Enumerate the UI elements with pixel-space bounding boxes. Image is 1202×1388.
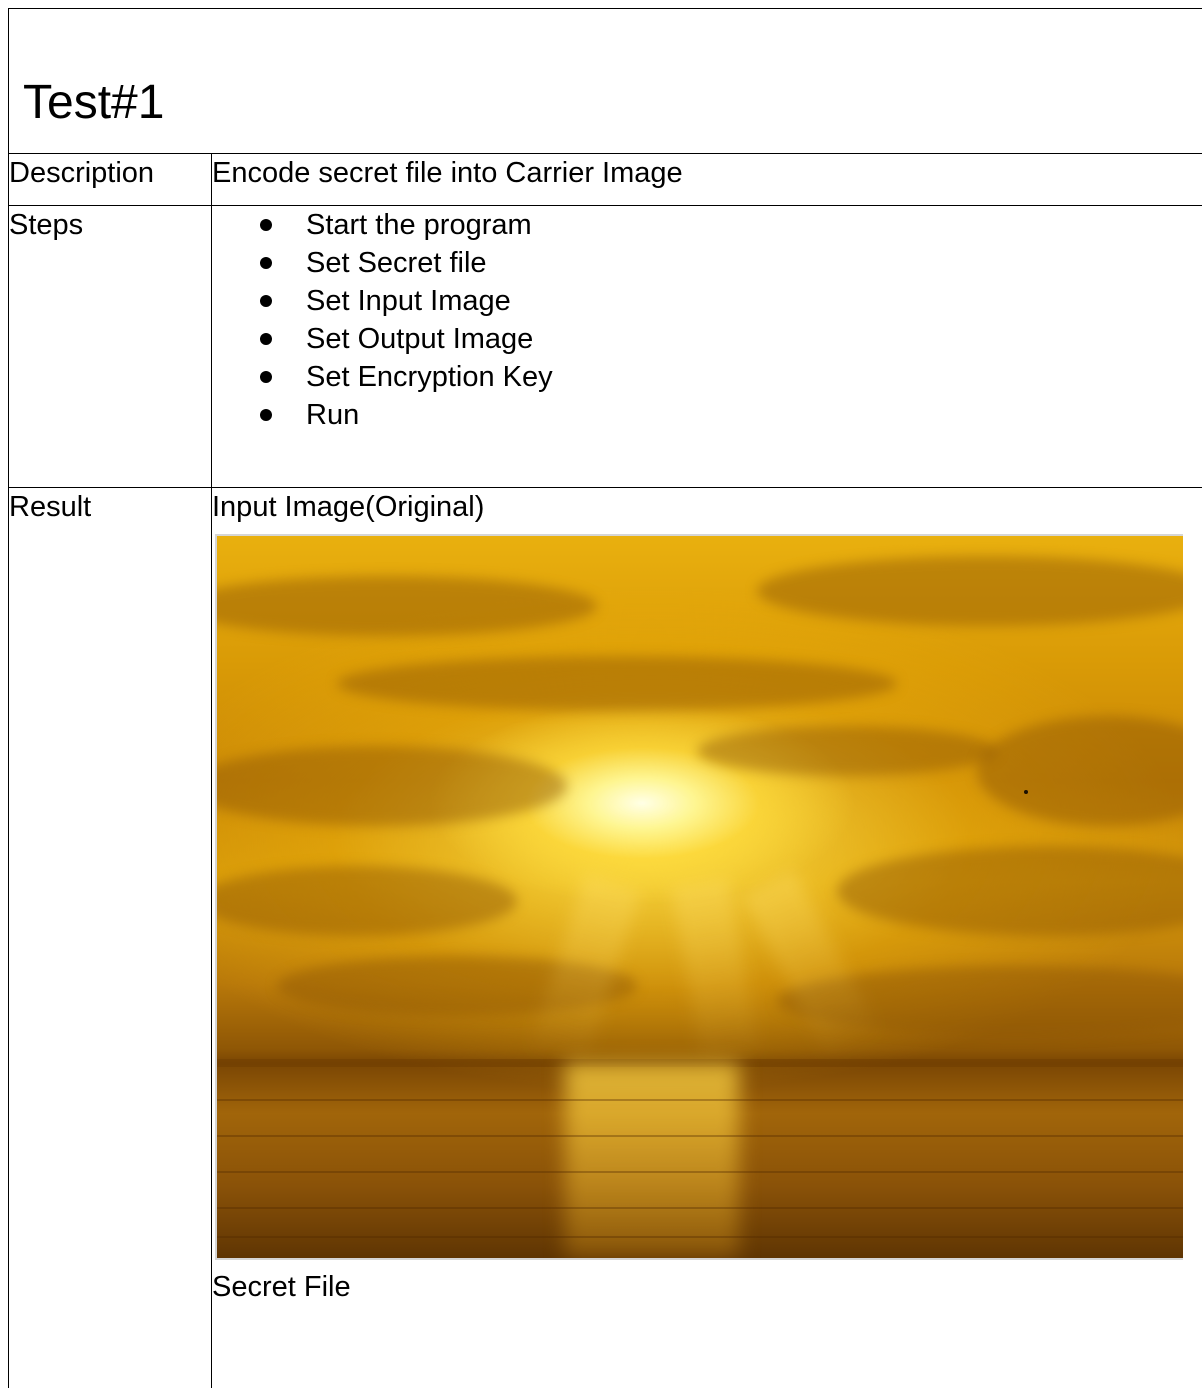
cloud-shape (215, 576, 597, 636)
input-image-caption: Input Image(Original) (212, 488, 1202, 526)
description-value: Encode secret file into Carrier Image (212, 154, 1202, 206)
test-case-table: Test#1 Description Encode secret file in… (8, 8, 1202, 1388)
step-text: Set Encryption Key (306, 361, 553, 393)
steps-cell: Start the program Set Secret file Set In… (212, 206, 1202, 488)
wave-line (217, 1207, 1183, 1209)
step-text: Run (306, 399, 359, 431)
step-item: Set Secret file (260, 244, 1202, 282)
steps-label: Steps (9, 206, 212, 488)
cloud-shape (757, 556, 1183, 626)
step-item: Set Input Image (260, 282, 1202, 320)
wave-line (217, 1171, 1183, 1173)
step-item: Start the program (260, 206, 1202, 244)
title-row: Test#1 (9, 9, 1202, 154)
dark-speck (1024, 790, 1028, 794)
step-text: Set Input Image (306, 285, 511, 317)
wave-line (217, 1135, 1183, 1137)
step-item: Set Output Image (260, 320, 1202, 358)
title-cell: Test#1 (9, 9, 1202, 154)
wave-line (217, 1236, 1183, 1238)
cloud-shape (977, 716, 1183, 826)
steps-list: Start the program Set Secret file Set In… (212, 206, 1202, 434)
steps-row: Steps Start the program Set Secret file … (9, 206, 1202, 488)
cloud-shape (215, 866, 517, 936)
cloud-shape (337, 656, 897, 711)
result-cell: Input Image(Original) (212, 488, 1202, 1388)
wave-line (217, 1099, 1183, 1101)
bullet-icon (260, 295, 272, 307)
test-title: Test#1 (9, 9, 1202, 129)
cloud-shape (697, 726, 997, 776)
sea-glare (565, 1063, 739, 1258)
cloud-shape (837, 846, 1183, 936)
bullet-icon (260, 371, 272, 383)
bullet-icon (260, 409, 272, 421)
bullet-icon (260, 219, 272, 231)
step-text: Start the program (306, 209, 532, 241)
cloud-shape (215, 746, 567, 826)
step-text: Set Output Image (306, 323, 533, 355)
secret-file-caption: Secret File (212, 1268, 1202, 1306)
result-row: Result Input Image(Original) (9, 488, 1202, 1388)
step-item: Set Encryption Key (260, 358, 1202, 396)
bullet-icon (260, 257, 272, 269)
description-row: Description Encode secret file into Carr… (9, 154, 1202, 206)
result-label: Result (9, 488, 212, 1388)
bullet-icon (260, 333, 272, 345)
description-label: Description (9, 154, 212, 206)
step-item: Run (260, 396, 1202, 434)
step-text: Set Secret file (306, 247, 487, 279)
sunset-over-sea-photo (215, 534, 1183, 1260)
